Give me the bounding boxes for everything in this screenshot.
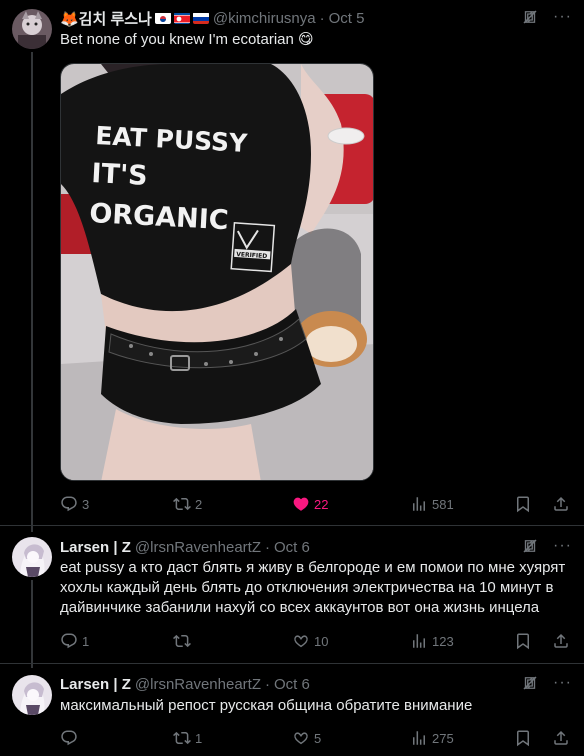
divider xyxy=(0,525,584,526)
views-button[interactable]: 581 xyxy=(410,495,454,513)
author-handle[interactable]: @lrsnRavenheartZ xyxy=(135,676,261,693)
separator-dot: · xyxy=(319,9,325,27)
avatar[interactable] xyxy=(12,675,52,715)
repost-button[interactable]: 1 xyxy=(173,729,292,747)
like-count: 5 xyxy=(314,730,322,746)
post-date[interactable]: Oct 6 xyxy=(274,539,310,556)
reply-icon xyxy=(60,495,78,513)
repost-count: 1 xyxy=(195,730,203,746)
views-count: 123 xyxy=(432,633,454,649)
like-button[interactable]: 5 xyxy=(292,729,410,747)
shirt-text-line2: IT'S xyxy=(91,158,149,192)
reply-button[interactable]: 3 xyxy=(60,495,173,513)
bookmark-icon[interactable] xyxy=(514,495,532,513)
reply-button[interactable] xyxy=(60,729,173,747)
bookmark-icon[interactable] xyxy=(514,632,532,650)
divider xyxy=(0,663,584,664)
views-icon xyxy=(410,632,428,650)
tweet-header: Larsen | Z @lrsnRavenheartZ · Oct 6 ··· xyxy=(60,674,572,694)
south-korea-flag-icon xyxy=(154,12,171,24)
author-name[interactable]: Larsen | Z xyxy=(60,676,131,693)
grok-icon[interactable] xyxy=(521,8,539,26)
repost-icon xyxy=(173,729,191,747)
author-name[interactable]: 🦊김치 루스나 xyxy=(60,8,152,29)
more-icon[interactable]: ··· xyxy=(553,537,572,555)
like-count: 22 xyxy=(314,496,329,512)
tweet-text: максимальный репост русская община обрат… xyxy=(60,697,473,714)
reply-count: 1 xyxy=(82,633,90,649)
tweet-actions: 1 5 275 xyxy=(60,728,570,748)
author-handle[interactable]: @lrsnRavenheartZ xyxy=(135,539,261,556)
tweet-header: Larsen | Z @lrsnRavenheartZ · Oct 6 ··· xyxy=(60,537,572,557)
avatar[interactable] xyxy=(12,537,52,577)
views-icon xyxy=(410,729,428,747)
tweet-text: Bet none of you knew I'm ecotarian 😋 xyxy=(60,31,314,48)
reply-icon xyxy=(60,729,78,747)
grok-icon[interactable] xyxy=(521,674,539,692)
bookmark-icon[interactable] xyxy=(514,729,532,747)
views-count: 581 xyxy=(432,496,454,512)
non-gmo-badge: VERIFIED xyxy=(230,221,276,273)
share-icon[interactable] xyxy=(552,495,570,513)
post-date[interactable]: Oct 5 xyxy=(329,10,365,27)
reply-button[interactable]: 1 xyxy=(60,632,173,650)
grok-icon[interactable] xyxy=(521,537,539,555)
like-button[interactable]: 10 xyxy=(292,632,410,650)
north-korea-flag-icon xyxy=(173,12,190,24)
russia-flag-icon xyxy=(192,12,209,24)
repost-count: 2 xyxy=(195,496,203,512)
tweet-actions: 3 2 22 581 xyxy=(60,494,570,514)
like-button[interactable]: 22 xyxy=(292,495,410,513)
thread-line xyxy=(31,52,33,532)
repost-button[interactable]: 2 xyxy=(173,495,292,513)
post-date[interactable]: Oct 6 xyxy=(274,676,310,693)
like-count: 10 xyxy=(314,633,329,649)
separator-dot: · xyxy=(265,675,270,693)
views-count: 275 xyxy=(432,730,454,746)
author-name[interactable]: Larsen | Z xyxy=(60,539,131,556)
repost-button[interactable] xyxy=(173,632,292,650)
share-icon[interactable] xyxy=(552,729,570,747)
repost-icon xyxy=(173,632,191,650)
views-button[interactable]: 275 xyxy=(410,729,454,747)
like-icon xyxy=(292,729,310,747)
more-icon[interactable]: ··· xyxy=(553,8,572,26)
reply-icon xyxy=(60,632,78,650)
tweet-actions: 1 10 123 xyxy=(60,631,570,651)
tweet-text: eat pussy а кто даст блять я живу в белг… xyxy=(60,559,566,616)
avatar[interactable] xyxy=(12,9,52,49)
thread-line xyxy=(31,580,33,668)
like-icon xyxy=(292,495,310,513)
more-icon[interactable]: ··· xyxy=(553,674,572,692)
views-icon xyxy=(410,495,428,513)
tweet-header: 🦊김치 루스나 @kimchirusnya · Oct 5 ··· xyxy=(60,8,572,28)
tweet-photo[interactable]: EAT PUSSY IT'S ORGANIC VERIFIED xyxy=(60,63,374,481)
like-icon xyxy=(292,632,310,650)
author-handle[interactable]: @kimchirusnya xyxy=(213,10,316,27)
views-button[interactable]: 123 xyxy=(410,632,454,650)
reply-count: 3 xyxy=(82,496,90,512)
repost-icon xyxy=(173,495,191,513)
share-icon[interactable] xyxy=(552,632,570,650)
separator-dot: · xyxy=(265,538,270,556)
